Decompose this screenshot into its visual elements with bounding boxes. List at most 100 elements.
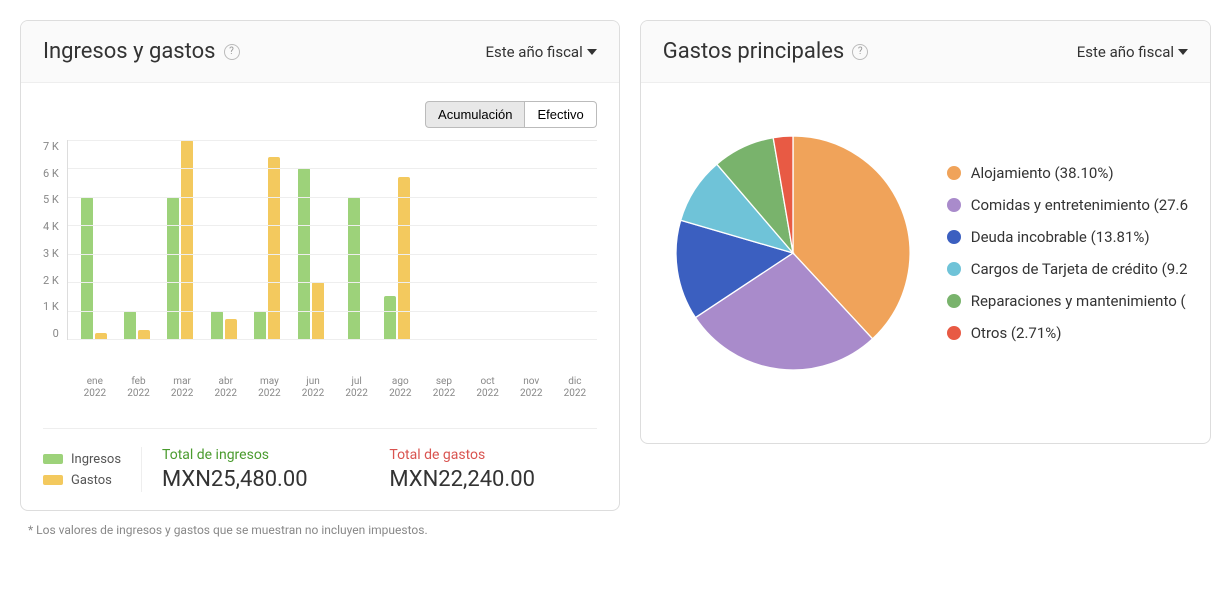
pie-chart [663, 123, 923, 383]
gridline [68, 282, 597, 283]
month-group [549, 140, 592, 339]
period-selector[interactable]: Este año fiscal [485, 43, 596, 61]
x-label: ene2022 [73, 376, 117, 400]
legend-income: Ingresos [43, 452, 121, 467]
x-label: may2022 [248, 376, 292, 400]
swatch-income [43, 454, 63, 464]
bar-expense[interactable] [138, 330, 150, 339]
pie-legend-label: Cargos de Tarjeta de crédito (9.2 [971, 260, 1188, 278]
total-income-block: Total de ingresos MXN25,480.00 [162, 447, 369, 492]
legend-expense: Gastos [43, 473, 121, 488]
month-group [376, 140, 419, 339]
x-label: feb2022 [117, 376, 161, 400]
gridline [68, 197, 597, 198]
y-tick: 0 [53, 327, 59, 340]
y-tick: 5 K [43, 193, 59, 206]
legend-income-label: Ingresos [71, 452, 121, 467]
month-group [289, 140, 332, 339]
bar-expense[interactable] [268, 157, 280, 339]
help-icon[interactable]: ? [224, 44, 240, 60]
summary-row: Ingresos Gastos Total de ingresos MXN25,… [43, 447, 597, 492]
pie-body: Alojamiento (38.10%) Comidas y entretenim… [641, 83, 1210, 443]
x-label: jul2022 [335, 376, 379, 400]
pie-legend-item[interactable]: Cargos de Tarjeta de crédito (9.2 [947, 260, 1188, 278]
month-group [419, 140, 462, 339]
pie-legend-item[interactable]: Alojamiento (38.10%) [947, 164, 1188, 182]
y-tick: 1 K [43, 300, 59, 313]
help-icon[interactable]: ? [852, 44, 868, 60]
pie-swatch [947, 326, 961, 340]
y-tick: 7 K [43, 140, 59, 153]
x-label: sep2022 [422, 376, 466, 400]
x-label: jun2022 [291, 376, 335, 400]
total-expense-label: Total de gastos [389, 447, 596, 463]
bar-income[interactable] [348, 197, 360, 339]
month-group [115, 140, 158, 339]
chevron-down-icon [587, 49, 597, 55]
gridline [68, 311, 597, 312]
bar-income[interactable] [384, 296, 396, 339]
bar-income[interactable] [211, 311, 223, 339]
total-expense-value: MXN22,240.00 [389, 467, 596, 492]
period-selector[interactable]: Este año fiscal [1077, 43, 1188, 61]
y-axis: 7 K 6 K 5 K 4 K 3 K 2 K 1 K 0 [43, 140, 67, 340]
gridline [68, 140, 597, 141]
footnote: * Los valores de ingresos y gastos que s… [20, 523, 1211, 537]
cash-button[interactable]: Efectivo [525, 101, 596, 128]
pie-legend-item[interactable]: Deuda incobrable (13.81%) [947, 228, 1188, 246]
basis-toggle: Acumulación Efectivo [43, 101, 597, 128]
bar-income[interactable] [124, 311, 136, 339]
pie-legend-item[interactable]: Reparaciones y mantenimiento ( [947, 292, 1188, 310]
month-group [72, 140, 115, 339]
income-expense-card: Ingresos y gastos ? Este año fiscal Acum… [20, 20, 620, 511]
card-title: Ingresos y gastos ? [43, 39, 240, 64]
bar-expense[interactable] [398, 177, 410, 339]
x-label: oct2022 [466, 376, 510, 400]
x-label: dic2022 [553, 376, 597, 400]
card-body: Acumulación Efectivo 7 K 6 K 5 K 4 K 3 K 2 K 1… [21, 83, 619, 510]
month-group [245, 140, 288, 339]
y-tick: 3 K [43, 247, 59, 260]
pie-swatch [947, 262, 961, 276]
x-label: nov2022 [509, 376, 553, 400]
y-tick: 2 K [43, 274, 59, 287]
title-text: Gastos principales [663, 39, 845, 64]
divider [43, 428, 597, 429]
pie-legend-item[interactable]: Otros (2.71%) [947, 324, 1188, 342]
bar-chart: 7 K 6 K 5 K 4 K 3 K 2 K 1 K 0 [43, 140, 597, 370]
x-axis-labels: ene2022feb2022mar2022abr2022may2022jun20… [43, 376, 597, 400]
bar-income[interactable] [254, 311, 266, 339]
y-tick: 6 K [43, 167, 59, 180]
plot-area [67, 140, 597, 340]
pie-legend-item[interactable]: Comidas y entretenimiento (27.6 [947, 196, 1188, 214]
top-expenses-card: Gastos principales ? Este año fiscal Alo… [640, 20, 1211, 444]
month-group [159, 140, 202, 339]
dashboard: Ingresos y gastos ? Este año fiscal Acum… [20, 20, 1211, 511]
card-header: Gastos principales ? Este año fiscal [641, 21, 1210, 83]
total-income-label: Total de ingresos [162, 447, 369, 463]
period-label: Este año fiscal [1077, 43, 1174, 61]
card-title: Gastos principales ? [663, 39, 869, 64]
month-group [202, 140, 245, 339]
bar-income[interactable] [167, 197, 179, 339]
pie-swatch [947, 230, 961, 244]
month-group [506, 140, 549, 339]
pie-swatch [947, 294, 961, 308]
legend-expense-label: Gastos [71, 473, 112, 488]
bars-container [68, 140, 597, 339]
x-label: ago2022 [378, 376, 422, 400]
bar-legend: Ingresos Gastos [43, 447, 142, 492]
total-expense-block: Total de gastos MXN22,240.00 [389, 447, 596, 492]
y-tick: 4 K [43, 220, 59, 233]
total-income-value: MXN25,480.00 [162, 467, 369, 492]
pie-legend: Alojamiento (38.10%) Comidas y entretenim… [947, 164, 1188, 342]
x-label: mar2022 [160, 376, 204, 400]
gridline [68, 225, 597, 226]
accrual-button[interactable]: Acumulación [425, 101, 525, 128]
bar-income[interactable] [81, 197, 93, 339]
bar-expense[interactable] [225, 319, 237, 339]
pie-legend-label: Deuda incobrable (13.81%) [971, 228, 1150, 246]
swatch-expense [43, 475, 63, 485]
bar-expense[interactable] [181, 140, 193, 339]
pie-legend-label: Otros (2.71%) [971, 324, 1062, 342]
